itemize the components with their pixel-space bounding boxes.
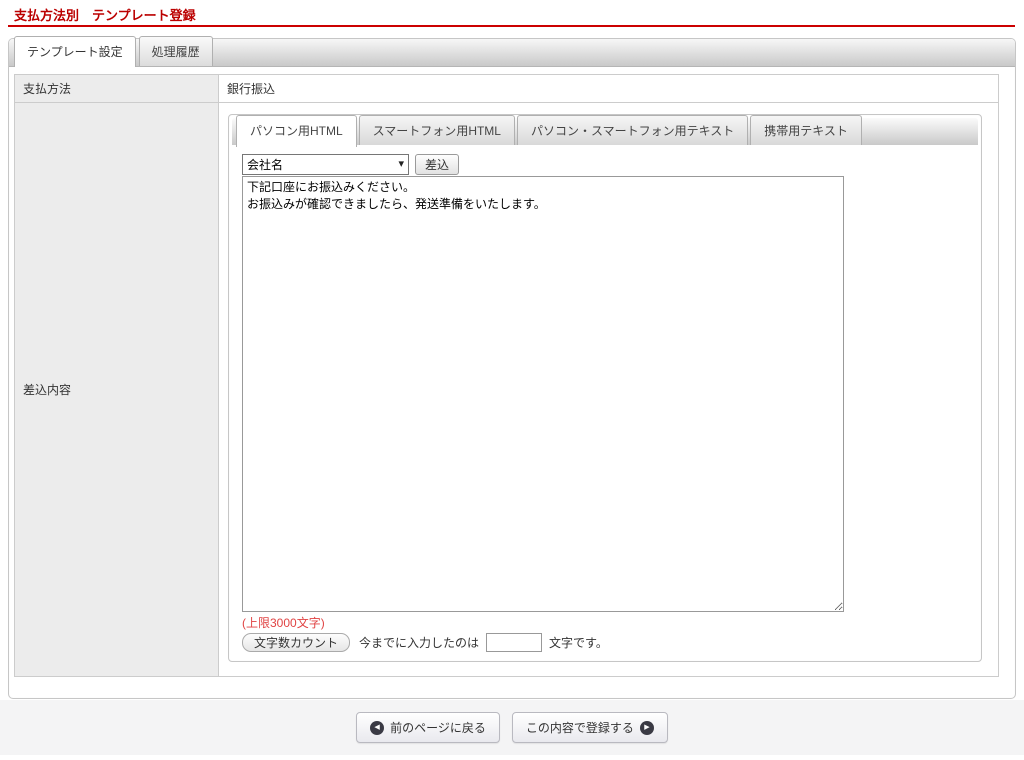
merge-field-select[interactable]: 会社名 <box>242 154 409 175</box>
tab-template-settings[interactable]: テンプレート設定 <box>14 36 136 67</box>
submit-button-label: この内容で登録する <box>525 721 634 735</box>
subtab-mobile-text[interactable]: 携帯用テキスト <box>750 115 862 145</box>
char-count-button[interactable]: 文字数カウント <box>242 633 351 652</box>
main-tabbar: テンプレート設定 処理履歴 <box>9 36 1015 67</box>
merge-field-select-wrap: 会社名 ▾ <box>242 154 409 175</box>
tab-content: 支払方法 銀行振込 差込内容 パソコン用HTML スマートフォン用HTML パソ… <box>9 67 1015 677</box>
page-title: 支払方法別 テンプレート登録 <box>14 8 196 23</box>
payment-method-value: 銀行振込 <box>218 74 999 103</box>
insert-content-label: 差込内容 <box>14 102 219 677</box>
subtab-pc-smartphone-text[interactable]: パソコン・スマートフォン用テキスト <box>516 115 749 145</box>
subtab-smartphone-html[interactable]: スマートフォン用HTML <box>358 115 515 145</box>
footer-actions: ◀ 前のページに戻る この内容で登録する ▶ <box>0 700 1024 755</box>
submit-button[interactable]: この内容で登録する ▶ <box>511 712 668 743</box>
insert-content-cell: パソコン用HTML スマートフォン用HTML パソコン・スマートフォン用テキスト… <box>218 102 999 677</box>
subtab-pc-html[interactable]: パソコン用HTML <box>236 115 357 147</box>
merge-field-row: 会社名 ▾ 差込 <box>242 154 978 175</box>
table-row-payment-method: 支払方法 銀行振込 <box>14 74 999 103</box>
table-row-insert-content: 差込内容 パソコン用HTML スマートフォン用HTML パソコン・スマートフォン… <box>14 102 999 677</box>
arrow-left-icon: ◀ <box>370 720 385 735</box>
arrow-right-icon: ▶ <box>639 720 654 735</box>
char-count-text-before: 今までに入力したのは <box>359 636 480 650</box>
payment-method-label: 支払方法 <box>14 74 219 103</box>
char-limit-note: (上限3000文字) <box>242 616 325 630</box>
editor-content: 会社名 ▾ 差込 下記口座にお振込みください。 お振込みが確認できましたら、発送… <box>232 145 978 652</box>
char-count-input[interactable] <box>486 633 543 652</box>
char-count-row: 文字数カウント 今までに入力したのは 文字です。 <box>242 633 978 652</box>
template-editor-panel: パソコン用HTML スマートフォン用HTML パソコン・スマートフォン用テキスト… <box>228 114 982 662</box>
char-count-text-after: 文字です。 <box>549 636 608 650</box>
template-textarea[interactable]: 下記口座にお振込みください。 お振込みが確認できましたら、発送準備をいたします。 <box>242 176 844 612</box>
settings-table: 支払方法 銀行振込 差込内容 パソコン用HTML スマートフォン用HTML パソ… <box>14 74 999 677</box>
tab-process-history[interactable]: 処理履歴 <box>138 36 213 66</box>
page-header: 支払方法別 テンプレート登録 <box>0 0 1024 24</box>
template-type-tabbar: パソコン用HTML スマートフォン用HTML パソコン・スマートフォン用テキスト… <box>232 115 978 147</box>
header-divider <box>8 25 1015 27</box>
back-button[interactable]: ◀ 前のページに戻る <box>356 712 500 743</box>
insert-merge-button[interactable]: 差込 <box>415 154 460 175</box>
template-panel: テンプレート設定 処理履歴 支払方法 銀行振込 差込内容 パソコン用HTML ス… <box>8 36 1016 699</box>
back-button-label: 前のページに戻る <box>390 721 486 735</box>
